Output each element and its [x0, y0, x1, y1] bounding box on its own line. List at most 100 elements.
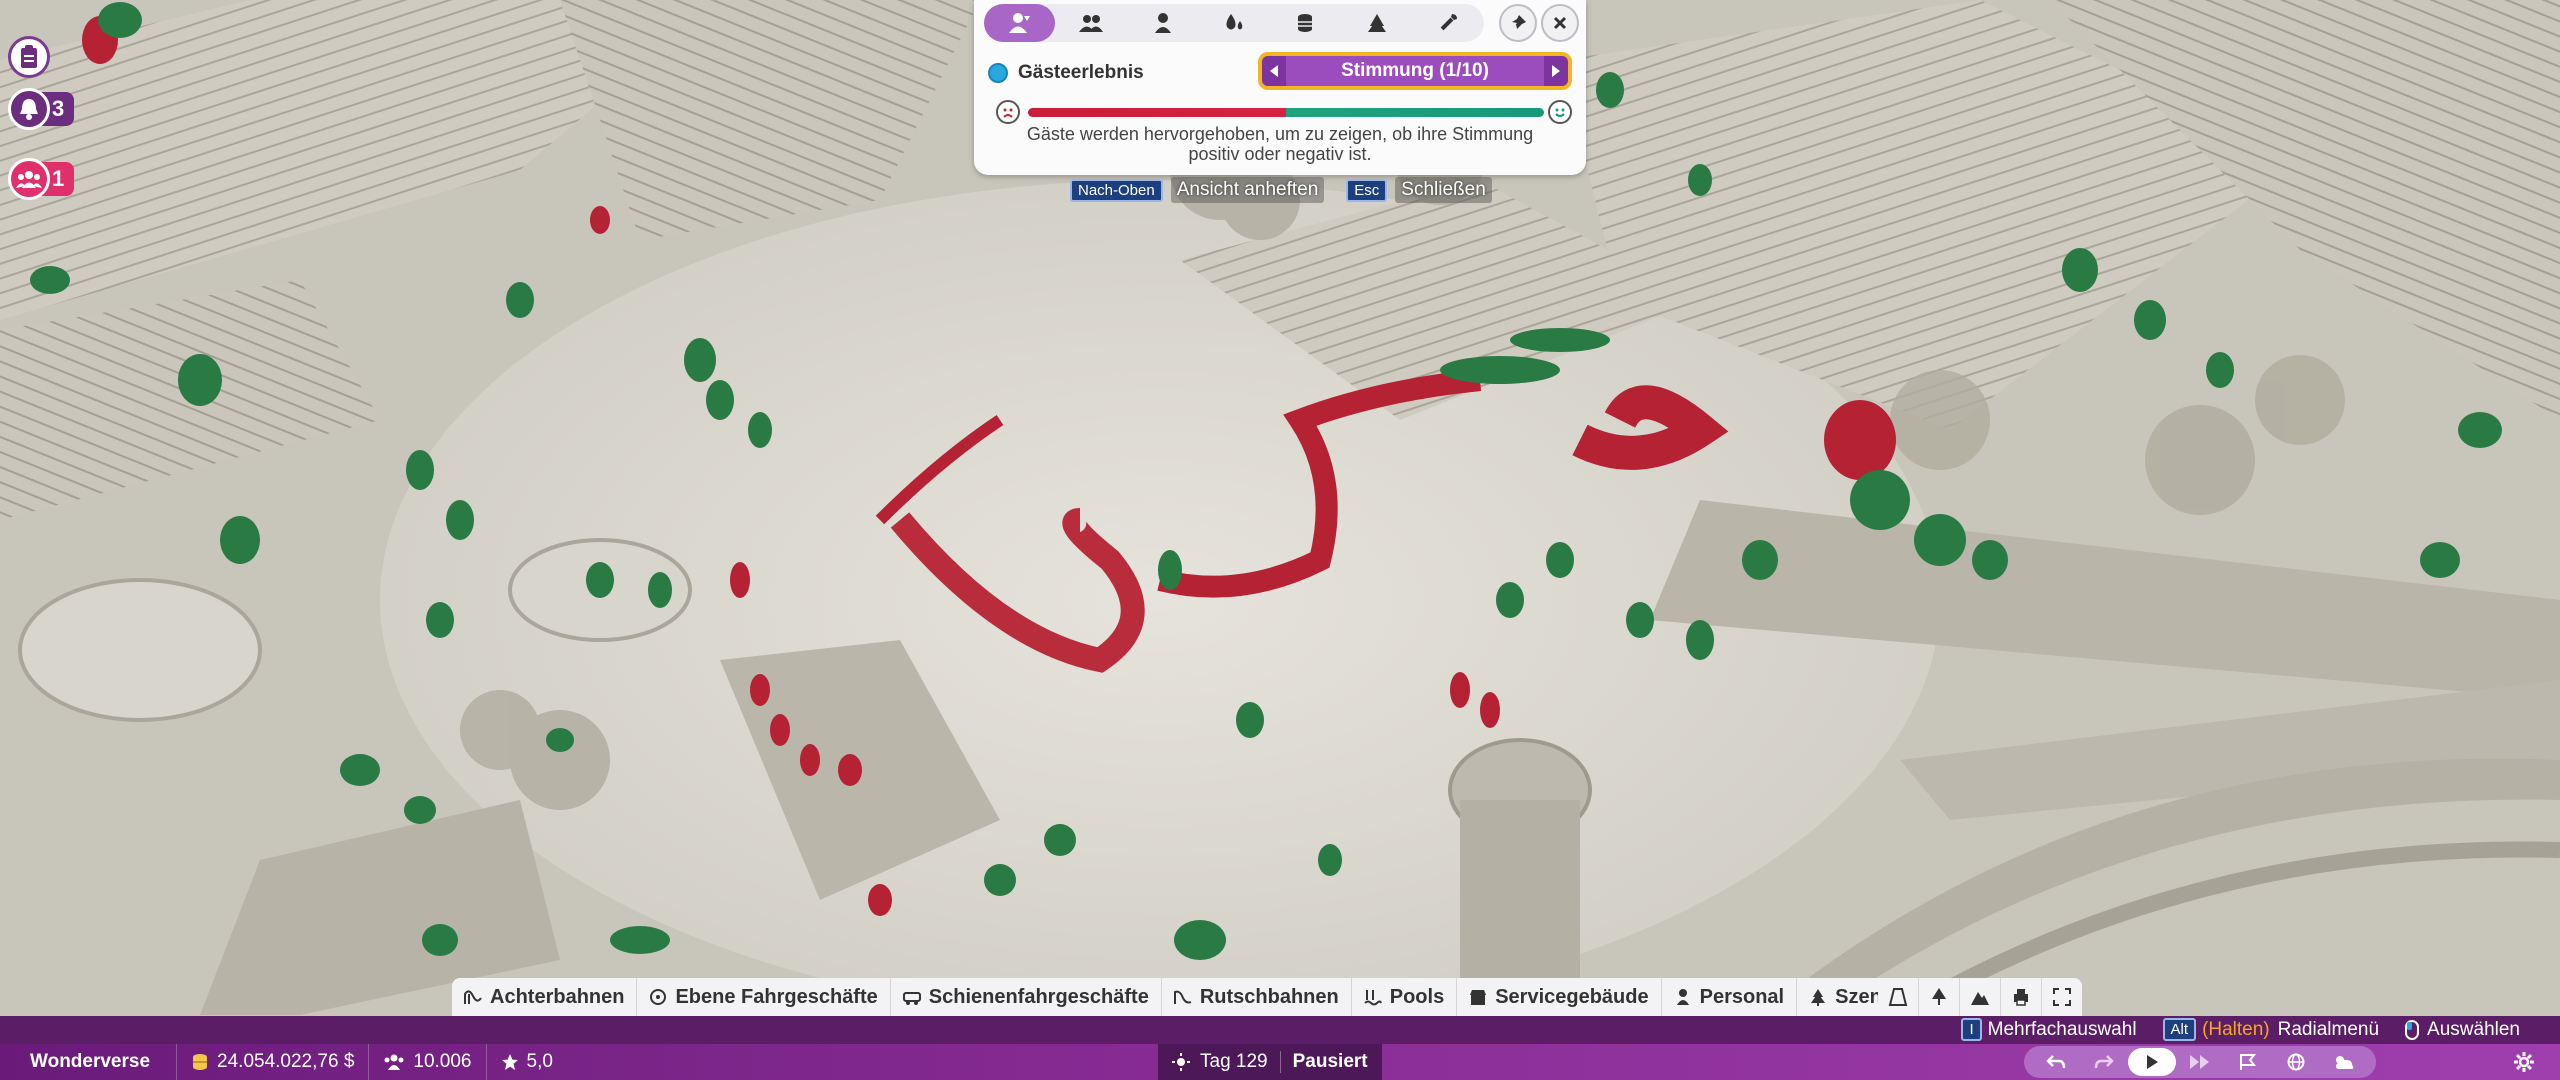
- notifications-button[interactable]: 3: [8, 88, 75, 130]
- category-label: Pools: [1389, 985, 1445, 1008]
- time-status: Tag 129 Pausiert: [1158, 1044, 1382, 1080]
- tree-tool-button[interactable]: [1919, 978, 1960, 1016]
- guest-mood-icon: [1008, 13, 1030, 33]
- day-counter: Tag 129: [1200, 1051, 1268, 1072]
- fullscreen-button[interactable]: [2042, 978, 2082, 1016]
- scenery-icon: [1811, 989, 1826, 1006]
- play-icon: [2147, 1055, 2158, 1069]
- undo-icon: [2046, 1055, 2066, 1069]
- fast-forward-button[interactable]: [2176, 1048, 2224, 1076]
- layer-name: Gästeerlebnis: [1018, 62, 1144, 83]
- chevron-right-icon: [1552, 65, 1560, 77]
- next-level-button[interactable]: [1544, 56, 1568, 86]
- terrain-tools: [1878, 978, 2082, 1016]
- printer-icon: [2014, 989, 2028, 1006]
- category-label: Rutschbahnen: [1199, 985, 1339, 1008]
- category-label: Personal: [1699, 985, 1785, 1008]
- mood-legend: [996, 100, 1572, 126]
- slide-icon: [1173, 990, 1192, 1004]
- star-icon: [501, 1054, 518, 1070]
- mouse-icon: [2405, 1019, 2420, 1040]
- drops-icon: [1226, 14, 1243, 30]
- hold-hint: (Halten): [2202, 1018, 2270, 1040]
- pool-icon: [1364, 990, 1382, 1006]
- fast-forward-icon: [2190, 1055, 2209, 1069]
- overlay-mode-tabs: [984, 4, 1484, 42]
- tab-guest-groups[interactable]: [1055, 4, 1126, 42]
- pause-state: Pausiert: [1292, 1051, 1368, 1072]
- pin-view-hint[interactable]: Ansicht anheften: [1170, 177, 1325, 203]
- pin-icon: [1510, 15, 1526, 31]
- category-pools[interactable]: Pools: [1352, 978, 1458, 1016]
- blueprint-tool-button[interactable]: [2001, 978, 2042, 1016]
- terrain-tool-button[interactable]: [1960, 978, 2001, 1016]
- park-name[interactable]: Wonderverse: [0, 1044, 178, 1080]
- coins-icon: [193, 1054, 208, 1070]
- settings-button[interactable]: [2510, 1048, 2538, 1076]
- control-hints-bar: I Mehrfachauswahl Alt (Halten) Radialmen…: [0, 1016, 2560, 1044]
- undo-button[interactable]: [2032, 1048, 2080, 1076]
- cloud-sun-icon: [2336, 1056, 2354, 1069]
- heatmap-overlay-panel: Gästeerlebnis Stimmung (1/10) Gäste werd…: [974, 0, 1586, 175]
- park-guests[interactable]: 10.006: [369, 1044, 487, 1080]
- person-icon: [1154, 13, 1171, 33]
- legend-line-1: Gäste werden hervorgehoben, um zu zeigen…: [1026, 124, 1534, 144]
- bell-icon: [8, 88, 50, 130]
- category-coasters[interactable]: Achterbahnen: [452, 978, 638, 1016]
- tab-scenery[interactable]: [1341, 4, 1412, 42]
- guest-count: 10.006: [413, 1051, 472, 1072]
- coaster-icon: [464, 990, 482, 1004]
- category-label: Achterbahnen: [490, 985, 625, 1008]
- world-button[interactable]: [2272, 1048, 2320, 1076]
- shop-icon: [1470, 990, 1487, 1005]
- previous-level-button[interactable]: [1262, 56, 1286, 86]
- guest-alerts-button[interactable]: 1: [8, 158, 75, 200]
- build-category-bar: Achterbahnen Ebene Fahrgeschäfte Schiene…: [452, 978, 1930, 1016]
- tab-cleanliness[interactable]: [1198, 4, 1269, 42]
- happy-face-icon: [1548, 100, 1572, 124]
- category-slides[interactable]: Rutschbahnen: [1162, 978, 1352, 1016]
- redo-button[interactable]: [2080, 1048, 2128, 1076]
- rating-value: 5,0: [526, 1051, 553, 1072]
- tab-finance[interactable]: [1270, 4, 1341, 42]
- layer-row: Gästeerlebnis: [988, 58, 1144, 88]
- park-money[interactable]: 24.054.022,76 $: [177, 1044, 370, 1080]
- category-track-rides[interactable]: Schienenfahrgeschäfte: [891, 978, 1162, 1016]
- flat-ride-icon: [650, 989, 667, 1005]
- redo-icon: [2094, 1055, 2114, 1069]
- tab-guest-experience[interactable]: [984, 4, 1056, 42]
- path-icon: [1888, 988, 1908, 1006]
- category-staff[interactable]: Personal: [1662, 978, 1798, 1016]
- category-label: Ebene Fahrgeschäfte: [675, 985, 878, 1008]
- tab-guest-needs[interactable]: [1127, 4, 1198, 42]
- path-tool-button[interactable]: [1878, 978, 1919, 1016]
- park-management-button[interactable]: [2224, 1048, 2272, 1076]
- layer-indicator-icon: [988, 63, 1008, 83]
- mood-level-selector[interactable]: Stimmung (1/10): [1258, 52, 1572, 90]
- wrench-icon: [1440, 14, 1458, 31]
- selector-label: Stimmung (1/10): [1341, 60, 1489, 81]
- category-shops[interactable]: Servicegebäude: [1457, 978, 1662, 1016]
- expand-icon: [2053, 988, 2071, 1006]
- guests-icon: [384, 1054, 404, 1070]
- status-bar: Wonderverse 24.054.022,76 $ 10.006 5,0 T…: [0, 1044, 2560, 1080]
- scenery-icon: [1367, 14, 1386, 32]
- sad-face-icon: [996, 100, 1020, 124]
- mountain-icon: [1971, 992, 1989, 1005]
- close-hint[interactable]: Schließen: [1395, 177, 1492, 203]
- guests-icon: [8, 158, 50, 200]
- play-button[interactable]: [2128, 1048, 2176, 1076]
- tree-icon: [1932, 988, 1946, 1005]
- park-rating[interactable]: 5,0: [487, 1044, 567, 1080]
- chevron-left-icon: [1270, 65, 1278, 77]
- select-hint: Auswählen: [2427, 1018, 2520, 1040]
- objectives-button[interactable]: [8, 36, 50, 78]
- pin-button[interactable]: [1499, 4, 1537, 42]
- category-label: Schienenfahrgeschäfte: [928, 985, 1149, 1008]
- close-button[interactable]: [1541, 4, 1579, 42]
- track-ride-icon: [902, 992, 921, 1005]
- tab-maintenance[interactable]: [1413, 4, 1484, 42]
- multi-select-hint: Mehrfachauswahl: [1987, 1018, 2137, 1040]
- weather-button[interactable]: [2320, 1048, 2368, 1076]
- category-flat-rides[interactable]: Ebene Fahrgeschäfte: [637, 978, 891, 1016]
